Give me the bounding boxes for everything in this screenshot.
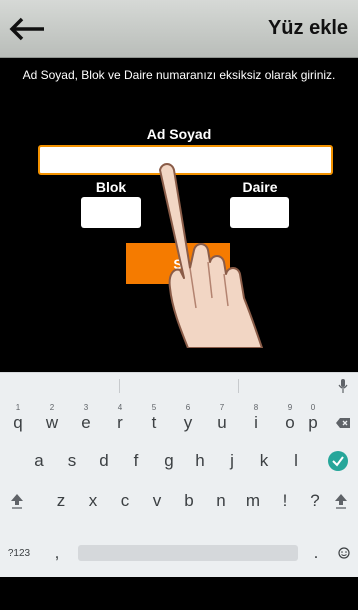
face-add-form: Ad Soyad, Blok ve Daire numaranızı eksik… (0, 58, 358, 372)
key-label: q (13, 413, 23, 432)
space-bar[interactable] (78, 545, 298, 561)
key-hint: 8 (253, 403, 259, 412)
back-arrow-icon (9, 17, 44, 41)
suggestion-bar (0, 373, 358, 399)
emoji-icon (338, 547, 350, 559)
key-hint: 1 (15, 403, 21, 412)
enter-icon (328, 451, 348, 471)
key-label: v (152, 491, 162, 510)
app-header: Yüz ekle (0, 0, 358, 58)
blok-label: Blok (95, 179, 127, 195)
key-label: ? (310, 491, 320, 510)
key-u[interactable]: 7u (205, 402, 239, 438)
key-hint: 5 (151, 403, 157, 412)
key-x[interactable]: x (76, 483, 110, 519)
key-r[interactable]: 4r (103, 402, 137, 438)
key-w[interactable]: 2w (35, 402, 69, 438)
key-k[interactable]: k (247, 443, 281, 479)
key-v[interactable]: v (140, 483, 174, 519)
shift-icon (335, 494, 347, 509)
name-input[interactable] (38, 145, 333, 175)
key-y[interactable]: 6y (171, 402, 205, 438)
suggestion-divider (238, 379, 239, 393)
instructions-text: Ad Soyad, Blok ve Daire numaranızı eksik… (22, 68, 336, 82)
blok-input[interactable] (81, 197, 141, 228)
system-nav-bar (0, 577, 358, 610)
key-z[interactable]: z (44, 483, 78, 519)
key-label: o (285, 413, 295, 432)
key-label: x (88, 491, 98, 510)
key-label: r (117, 413, 123, 432)
backspace-icon (336, 418, 350, 428)
key-label: z (56, 491, 66, 510)
key-l[interactable]: l (279, 443, 313, 479)
submit-button[interactable]: S (126, 243, 230, 284)
on-screen-keyboard: 1q 2w 3e 4r 5t 6y 7u 8i 9o 0p a s d f g … (0, 372, 358, 577)
key-hint: 6 (185, 403, 191, 412)
shift-icon (11, 494, 23, 509)
key-label: k (259, 451, 269, 470)
key-c[interactable]: c (108, 483, 142, 519)
key-b[interactable]: b (172, 483, 206, 519)
mic-icon[interactable] (338, 378, 348, 394)
key-label: b (184, 491, 194, 510)
key-label: y (183, 413, 193, 432)
key-p[interactable]: 0p (296, 402, 330, 438)
name-label: Ad Soyad (146, 126, 212, 142)
key-t[interactable]: 5t (137, 402, 171, 438)
key-label: w (45, 413, 59, 432)
backspace-key[interactable] (326, 402, 358, 438)
shift-key-right[interactable] (324, 483, 358, 519)
key-label: h (195, 451, 205, 470)
key-q[interactable]: 1q (1, 402, 35, 438)
key-label: ! (282, 491, 288, 510)
key-hint: 4 (117, 403, 123, 412)
enter-key[interactable] (321, 443, 355, 479)
key-label: g (164, 451, 174, 470)
suggestion-divider (119, 379, 120, 393)
key-d[interactable]: d (87, 443, 121, 479)
shift-key[interactable] (0, 483, 34, 519)
key-s[interactable]: s (55, 443, 89, 479)
key-a[interactable]: a (22, 443, 56, 479)
key-label: s (67, 451, 77, 470)
key-label: n (216, 491, 226, 510)
key-label: i (254, 413, 258, 432)
key-i[interactable]: 8i (239, 402, 273, 438)
key-m[interactable]: m (236, 483, 270, 519)
key-comma[interactable]: , (40, 535, 74, 571)
symbols-key[interactable]: ?123 (2, 535, 36, 571)
key-label: a (34, 451, 44, 470)
key-hint: 2 (49, 403, 55, 412)
key-hint: 3 (83, 403, 89, 412)
key-hint: 0 (310, 403, 316, 412)
key-f[interactable]: f (119, 443, 153, 479)
key-label: p (308, 413, 318, 432)
key-label: j (230, 451, 234, 470)
back-button[interactable] (8, 14, 48, 44)
key-label: m (245, 491, 261, 510)
key-h[interactable]: h (183, 443, 217, 479)
key-label: f (133, 451, 139, 470)
key-exclamation[interactable]: ! (268, 483, 302, 519)
key-label: t (151, 413, 157, 432)
key-label: l (294, 451, 298, 470)
emoji-key[interactable] (327, 535, 358, 571)
key-hint: 7 (219, 403, 225, 412)
key-label: e (81, 413, 91, 432)
key-n[interactable]: n (204, 483, 238, 519)
daire-input[interactable] (230, 197, 289, 228)
daire-label: Daire (242, 179, 278, 195)
key-g[interactable]: g (152, 443, 186, 479)
key-label: c (120, 491, 130, 510)
key-label: d (99, 451, 109, 470)
key-e[interactable]: 3e (69, 402, 103, 438)
key-label: u (217, 413, 227, 432)
key-j[interactable]: j (215, 443, 249, 479)
page-title: Yüz ekle (267, 17, 348, 39)
